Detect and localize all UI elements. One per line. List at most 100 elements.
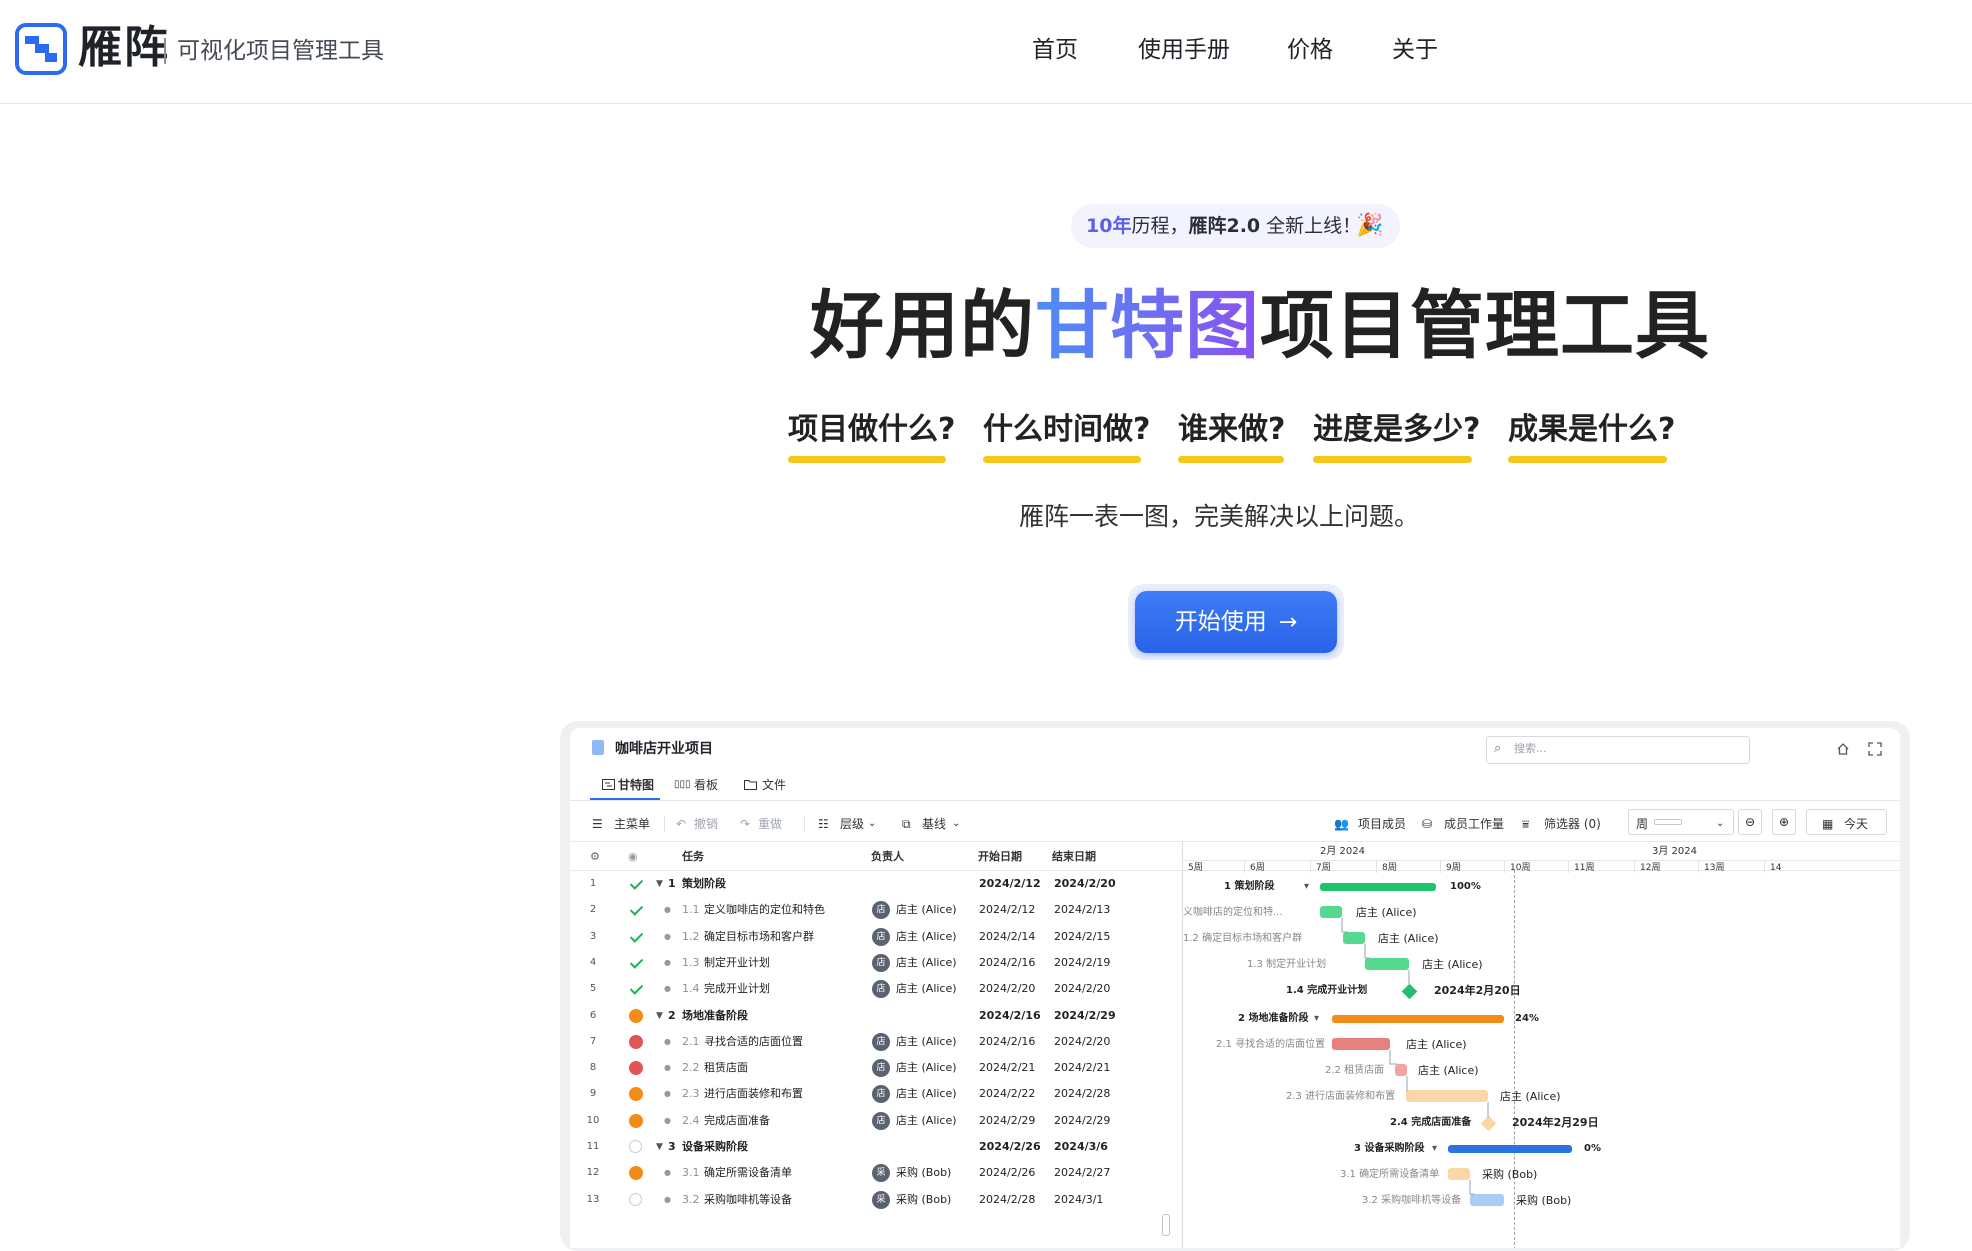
task-owner[interactable]: 店主 (Alice) bbox=[896, 1060, 957, 1076]
collapse-icon[interactable]: ▼ bbox=[656, 1139, 663, 1155]
task-end[interactable]: 2024/2/20 bbox=[1054, 876, 1116, 892]
task-name[interactable]: 确定目标市场和客户群 bbox=[704, 929, 814, 945]
status-red-icon[interactable] bbox=[629, 1061, 643, 1076]
task-start[interactable]: 2024/2/12 bbox=[979, 876, 1041, 892]
table-row[interactable]: 6 ▼ 2 场地准备阶段 2024/2/16 2024/2/29 bbox=[570, 1003, 1182, 1029]
status-done-icon[interactable] bbox=[629, 930, 643, 944]
task-owner[interactable]: 店主 (Alice) bbox=[896, 1113, 957, 1129]
table-row[interactable]: 10 ● 2.4 完成店面准备 店店主 (Alice) 2024/2/29 2024/2/2… bbox=[570, 1108, 1182, 1134]
task-end[interactable]: 2024/2/21 bbox=[1054, 1060, 1110, 1076]
table-row[interactable]: 3 ● 1.2 确定目标市场和客户群 店店主 (Alice) 2024/2/14 2024/… bbox=[570, 924, 1182, 950]
task-name[interactable]: 制定开业计划 bbox=[704, 955, 770, 971]
redo-button[interactable]: 重做 bbox=[758, 815, 782, 833]
task-name[interactable]: 确定所需设备清单 bbox=[704, 1165, 792, 1181]
status-prog-icon[interactable] bbox=[629, 1008, 643, 1023]
status-prog-icon[interactable] bbox=[629, 1087, 643, 1102]
column-owner[interactable]: 负责人 bbox=[871, 849, 904, 865]
task-end[interactable]: 2024/2/13 bbox=[1054, 902, 1110, 918]
table-row[interactable]: 2 ● 1.1 定义咖啡店的定位和特色 店店主 (Alice) 2024/2/12 2024… bbox=[570, 897, 1182, 923]
baseline-dropdown[interactable]: 基线 bbox=[922, 815, 946, 833]
status-todo-icon[interactable] bbox=[629, 1192, 642, 1206]
task-end[interactable]: 2024/2/19 bbox=[1054, 955, 1110, 971]
table-row[interactable]: 9 ● 2.3 进行店面装修和布置 店店主 (Alice) 2024/2/22 2024/2… bbox=[570, 1081, 1182, 1107]
task-owner[interactable]: 采购 (Bob) bbox=[896, 1192, 951, 1208]
table-row[interactable]: 4 ● 1.3 制定开业计划 店店主 (Alice) 2024/2/16 2024/2/19 bbox=[570, 950, 1182, 976]
project-members-button[interactable]: 项目成员 bbox=[1358, 815, 1406, 833]
zoom-out-button[interactable]: ⊖ bbox=[1738, 809, 1762, 835]
tab-kanban[interactable]: 看板 bbox=[694, 776, 718, 794]
task-end[interactable]: 2024/2/29 bbox=[1054, 1113, 1110, 1129]
task-start[interactable]: 2024/2/26 bbox=[979, 1165, 1035, 1181]
collapse-icon[interactable]: ▼ bbox=[656, 1008, 663, 1024]
task-end[interactable]: 2024/2/20 bbox=[1054, 981, 1110, 997]
nav-pricing[interactable]: 价格 bbox=[1287, 33, 1333, 67]
task-name[interactable]: 场地准备阶段 bbox=[682, 1008, 748, 1024]
undo-button[interactable]: 撤销 bbox=[694, 815, 718, 833]
task-end[interactable]: 2024/2/15 bbox=[1054, 929, 1110, 945]
table-row[interactable]: 8 ● 2.2 租赁店面 店店主 (Alice) 2024/2/21 2024/2/21 bbox=[570, 1055, 1182, 1081]
level-dropdown[interactable]: 层级 bbox=[840, 815, 864, 833]
task-name[interactable]: 完成店面准备 bbox=[704, 1113, 770, 1129]
tab-gantt[interactable]: 甘特图 bbox=[618, 776, 654, 794]
task-name[interactable]: 采购咖啡机等设备 bbox=[704, 1192, 792, 1208]
task-start[interactable]: 2024/2/26 bbox=[979, 1139, 1041, 1155]
column-end[interactable]: 结束日期 bbox=[1052, 849, 1096, 865]
task-start[interactable]: 2024/2/16 bbox=[979, 1008, 1041, 1024]
table-row[interactable]: 12 ● 3.1 确定所需设备清单 采采购 (Bob) 2024/2/26 2024/2/2… bbox=[570, 1160, 1182, 1186]
task-end[interactable]: 2024/2/29 bbox=[1054, 1008, 1116, 1024]
task-end[interactable]: 2024/3/1 bbox=[1054, 1192, 1103, 1208]
task-start[interactable]: 2024/2/29 bbox=[979, 1113, 1035, 1129]
task-owner[interactable]: 采购 (Bob) bbox=[896, 1165, 951, 1181]
yanzhen-logo-icon[interactable] bbox=[15, 23, 67, 75]
task-owner[interactable]: 店主 (Alice) bbox=[896, 929, 957, 945]
task-start[interactable]: 2024/2/21 bbox=[979, 1060, 1035, 1076]
task-name[interactable]: 设备采购阶段 bbox=[682, 1139, 748, 1155]
task-start[interactable]: 2024/2/16 bbox=[979, 1034, 1035, 1050]
scrollbar-handle[interactable] bbox=[1162, 1214, 1170, 1236]
column-start[interactable]: 开始日期 bbox=[978, 849, 1022, 865]
task-owner[interactable]: 店主 (Alice) bbox=[896, 902, 957, 918]
table-row[interactable]: 13 ● 3.2 采购咖啡机等设备 采采购 (Bob) 2024/2/28 2024/3/1 bbox=[570, 1187, 1182, 1213]
task-owner[interactable]: 店主 (Alice) bbox=[896, 981, 957, 997]
status-red-icon[interactable] bbox=[629, 1034, 643, 1049]
status-done-icon[interactable] bbox=[629, 877, 643, 891]
status-prog-icon[interactable] bbox=[629, 1166, 643, 1181]
status-prog-icon[interactable] bbox=[629, 1113, 643, 1128]
task-start[interactable]: 2024/2/22 bbox=[979, 1086, 1035, 1102]
task-name[interactable]: 定义咖啡店的定位和特色 bbox=[704, 902, 825, 918]
task-start[interactable]: 2024/2/12 bbox=[979, 902, 1035, 918]
brand-name[interactable]: 雁阵 bbox=[78, 20, 170, 76]
member-workload-button[interactable]: 成员工作量 bbox=[1444, 815, 1504, 833]
task-start[interactable]: 2024/2/20 bbox=[979, 981, 1035, 997]
zoom-in-button[interactable]: ⊕ bbox=[1772, 809, 1796, 835]
nav-manual[interactable]: 使用手册 bbox=[1138, 33, 1230, 67]
fullscreen-icon[interactable] bbox=[1868, 742, 1882, 756]
table-row[interactable]: 1 ▼ 1 策划阶段 2024/2/12 2024/2/20 bbox=[570, 871, 1182, 897]
task-end[interactable]: 2024/2/28 bbox=[1054, 1086, 1110, 1102]
task-start[interactable]: 2024/2/28 bbox=[979, 1192, 1035, 1208]
task-name[interactable]: 寻找合适的店面位置 bbox=[704, 1034, 803, 1050]
home-icon[interactable] bbox=[1836, 742, 1850, 756]
task-owner[interactable]: 店主 (Alice) bbox=[896, 1086, 957, 1102]
tab-files[interactable]: 文件 bbox=[762, 776, 786, 794]
task-owner[interactable]: 店主 (Alice) bbox=[896, 1034, 957, 1050]
nav-about[interactable]: 关于 bbox=[1392, 33, 1438, 67]
task-name[interactable]: 策划阶段 bbox=[682, 876, 726, 892]
collapse-icon[interactable]: ▼ bbox=[656, 876, 663, 892]
table-row[interactable]: 7 ● 2.1 寻找合适的店面位置 店店主 (Alice) 2024/2/16 2024/2… bbox=[570, 1029, 1182, 1055]
task-name[interactable]: 租赁店面 bbox=[704, 1060, 748, 1076]
table-row[interactable]: 11 ▼ 3 设备采购阶段 2024/2/26 2024/3/6 bbox=[570, 1134, 1182, 1160]
nav-home[interactable]: 首页 bbox=[1032, 33, 1078, 67]
task-end[interactable]: 2024/3/6 bbox=[1054, 1139, 1108, 1155]
main-menu-button[interactable]: 主菜单 bbox=[614, 815, 650, 833]
task-start[interactable]: 2024/2/14 bbox=[979, 929, 1035, 945]
table-row[interactable]: 5 ● 1.4 完成开业计划 店店主 (Alice) 2024/2/20 2024/2/20 bbox=[570, 976, 1182, 1002]
status-todo-icon[interactable] bbox=[629, 1140, 642, 1153]
start-button[interactable]: 开始使用 → bbox=[1135, 591, 1337, 653]
scale-slider[interactable] bbox=[1654, 819, 1682, 825]
filter-button[interactable]: 筛选器 (0) bbox=[1544, 815, 1601, 833]
column-task[interactable]: 任务 bbox=[682, 849, 704, 865]
settings-icon[interactable]: ⚙ bbox=[590, 849, 600, 865]
task-end[interactable]: 2024/2/20 bbox=[1054, 1034, 1110, 1050]
task-name[interactable]: 进行店面装修和布置 bbox=[704, 1086, 803, 1102]
